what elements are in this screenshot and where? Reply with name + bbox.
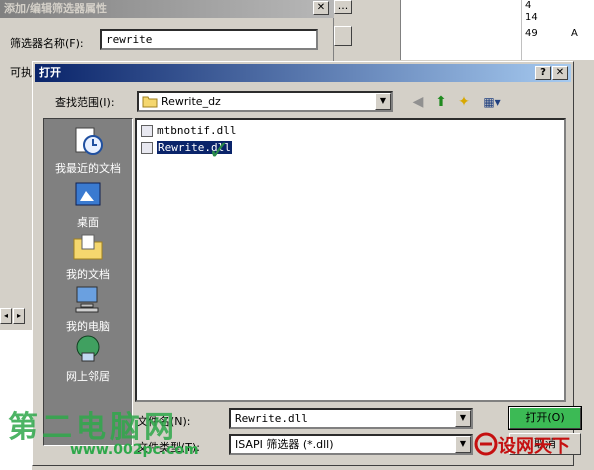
new-folder-icon[interactable]: ✦ bbox=[454, 92, 474, 112]
dll-file-icon bbox=[141, 125, 153, 137]
chevron-down-icon[interactable]: ▼ bbox=[455, 436, 471, 453]
open-button[interactable]: 打开(O) bbox=[508, 406, 582, 430]
place-my-documents-label: 我的文档 bbox=[66, 268, 110, 281]
back-arrow-icon[interactable]: ◀ bbox=[408, 92, 428, 112]
place-my-computer[interactable]: 我的电脑 bbox=[44, 283, 132, 334]
place-recent-documents-label: 我最近的文档 bbox=[55, 162, 121, 175]
watermark-url: www.002pc.com bbox=[70, 442, 199, 458]
place-my-computer-label: 我的电脑 bbox=[66, 320, 110, 333]
background-side-button[interactable] bbox=[334, 26, 352, 46]
open-dialog-title: 打开 bbox=[39, 66, 61, 79]
filter-properties-close-button[interactable]: ✕ bbox=[313, 1, 329, 15]
executable-label: 可执 bbox=[10, 66, 32, 79]
background-list-cell: 4 bbox=[525, 0, 532, 11]
filter-name-label: 筛选器名称(F): bbox=[10, 37, 84, 50]
chevron-down-icon[interactable]: ▼ bbox=[375, 93, 391, 110]
background-list-cell: 14 bbox=[525, 12, 538, 23]
place-recent-documents[interactable]: 我最近的文档 bbox=[44, 125, 132, 176]
file-type-dropdown[interactable]: ISAPI 筛选器 (*.dll) ▼ bbox=[229, 434, 473, 455]
close-button[interactable]: ✕ bbox=[552, 66, 568, 80]
filter-name-input[interactable]: rewrite bbox=[100, 29, 318, 50]
file-name-value: Rewrite.dll bbox=[235, 412, 308, 425]
watermark-logo-icon bbox=[474, 432, 498, 456]
network-places-icon bbox=[76, 335, 100, 362]
watermark-logo-text: 第二电脑网 bbox=[8, 410, 178, 445]
background-list-divider bbox=[521, 0, 522, 60]
places-bar: 我最近的文档 桌面 我的文档 我的电脑 网上邻居 bbox=[43, 118, 133, 446]
help-button[interactable]: ? bbox=[535, 66, 551, 80]
place-my-documents[interactable]: 我的文档 bbox=[44, 231, 132, 282]
desktop-icon bbox=[75, 182, 101, 206]
place-network[interactable]: 网上邻居 bbox=[44, 333, 132, 384]
my-documents-icon bbox=[73, 234, 103, 260]
up-folder-icon[interactable]: ⬆ bbox=[431, 92, 451, 112]
file-type-value: ISAPI 筛选器 (*.dll) bbox=[235, 438, 334, 451]
filter-properties-titlebar: 添加/编辑筛选器属性 ✕ bbox=[0, 0, 334, 18]
scroll-right-button[interactable]: ▸ bbox=[13, 308, 25, 324]
open-dialog-titlebar: 打开 ? ✕ bbox=[35, 64, 571, 82]
background-list-cell: 49 bbox=[525, 28, 538, 39]
file-list[interactable]: mtbnotif.dll Rewrite.dll bbox=[135, 118, 566, 402]
background-content-area bbox=[0, 330, 32, 470]
background-list-cell: A bbox=[571, 28, 578, 39]
view-menu-icon[interactable]: ▦▾ bbox=[479, 92, 505, 112]
background-list: 4 14 49 A bbox=[400, 0, 594, 60]
my-computer-icon bbox=[75, 286, 99, 313]
filter-properties-title: 添加/编辑筛选器属性 bbox=[4, 2, 108, 15]
place-desktop[interactable]: 桌面 bbox=[44, 179, 132, 230]
dll-file-icon bbox=[141, 142, 153, 154]
scroll-left-button[interactable]: ◂ bbox=[0, 308, 12, 324]
file-name-input[interactable]: Rewrite.dll ▼ bbox=[229, 408, 473, 429]
look-in-value: Rewrite_dz bbox=[161, 95, 221, 108]
place-network-label: 网上邻居 bbox=[66, 370, 110, 383]
look-in-label: 查找范围(I): bbox=[55, 96, 115, 109]
chevron-down-icon[interactable]: ▼ bbox=[455, 410, 471, 427]
checkmark-icon: ✓ bbox=[208, 136, 230, 166]
look-in-dropdown[interactable]: Rewrite_dz ▼ bbox=[137, 91, 393, 112]
place-desktop-label: 桌面 bbox=[77, 216, 99, 229]
recent-documents-icon bbox=[75, 127, 103, 155]
watermark-brand-text: 设网天下 bbox=[498, 436, 570, 457]
folder-icon bbox=[142, 96, 158, 108]
background-browse-button[interactable]: ... bbox=[334, 0, 352, 14]
